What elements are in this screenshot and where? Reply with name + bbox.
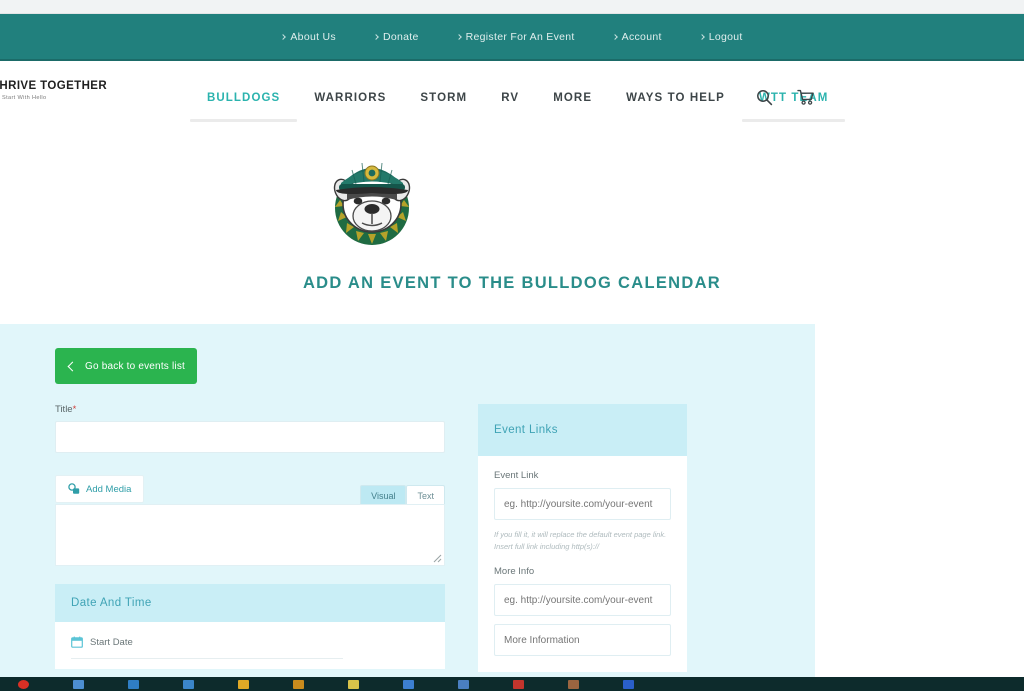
event-links-body: Event Link If you fill it, it will repla…	[478, 456, 687, 673]
editor-content-area[interactable]	[55, 504, 445, 566]
nav-item-label: RV	[501, 91, 520, 104]
add-media-button[interactable]: Add Media	[55, 475, 145, 503]
form-left-column: Title* Add Media Visual Text Date And Ti…	[55, 404, 445, 669]
main-navigation-bar: THRIVE TOGETHER Start With Hello BULLDOG…	[0, 61, 1024, 134]
editor-tab-visual[interactable]: Visual	[360, 485, 407, 505]
chevron-right-icon	[373, 33, 379, 40]
main-nav-items: BULLDOGS WARRIORS STORM RV MORE WAYS TO …	[190, 61, 846, 134]
utility-nav-bar: About Us Donate Register For An Event Ac…	[0, 14, 1024, 61]
go-back-to-events-list-button[interactable]: Go back to events list	[55, 348, 197, 384]
chevron-right-icon	[455, 33, 462, 40]
taskbar-pdf-icon[interactable]	[513, 679, 524, 689]
utility-link-label: About Us	[290, 30, 336, 43]
utility-link-donate[interactable]: Donate	[373, 30, 419, 43]
back-button-label: Go back to events list	[85, 360, 186, 372]
utility-link-label: Account	[621, 30, 662, 43]
nav-item-more[interactable]: MORE	[536, 61, 609, 134]
date-and-time-body: Start Date	[55, 622, 445, 669]
nav-item-label: STORM	[420, 91, 468, 104]
utility-link-account[interactable]: Account	[611, 30, 662, 43]
nav-item-label: BULLDOGS	[207, 91, 281, 104]
chevron-right-icon	[280, 33, 287, 40]
taskbar-record-icon[interactable]	[18, 679, 29, 689]
bulldog-mascot-logo	[322, 146, 422, 250]
taskbar-box-icon[interactable]	[568, 679, 579, 689]
taskbar-folder-icon[interactable]	[238, 679, 249, 689]
add-media-label: Add Media	[86, 483, 132, 495]
date-and-time-header: Date And Time	[55, 584, 445, 622]
event-links-panel: Event Links Event Link If you fill it, i…	[478, 404, 687, 673]
taskbar-browser-icon[interactable]	[128, 679, 139, 689]
browser-chrome-strip	[0, 0, 1024, 14]
screenshot-root: About Us Donate Register For An Event Ac…	[0, 0, 1024, 691]
resize-handle-icon	[433, 554, 442, 563]
nav-active-underline	[190, 119, 298, 122]
utility-link-label: Donate	[382, 30, 419, 43]
start-date-label: Start Date	[90, 636, 133, 648]
utility-link-logout[interactable]: Logout	[698, 30, 743, 43]
media-icon	[68, 483, 80, 494]
title-field-label: Title*	[55, 404, 445, 415]
nav-item-warriors[interactable]: WARRIORS	[297, 61, 403, 134]
start-date-row[interactable]: Start Date	[71, 636, 429, 648]
nav-item-label: MORE	[553, 91, 593, 104]
calendar-icon	[71, 636, 83, 648]
nav-item-ways-to-help[interactable]: WAYS TO HELP	[609, 61, 742, 134]
utility-link-register-for-an-event[interactable]: Register For An Event	[455, 30, 575, 43]
editor-tab-text[interactable]: Text	[406, 485, 445, 505]
chevron-left-icon	[67, 361, 78, 371]
page-right-gutter	[815, 324, 1024, 677]
form-right-column: Event Links Event Link If you fill it, i…	[478, 404, 687, 673]
utility-nav-links: About Us Donate Register For An Event Ac…	[280, 30, 743, 43]
taskbar-window-icon[interactable]	[73, 679, 84, 689]
editor-toolbar: Add Media Visual Text	[55, 474, 445, 505]
nav-item-rv[interactable]: RV	[484, 61, 536, 134]
nav-item-label: WARRIORS	[314, 91, 387, 104]
search-icon[interactable]	[754, 88, 774, 108]
os-taskbar	[0, 677, 1024, 691]
taskbar-teams-icon[interactable]	[458, 679, 469, 689]
page-title: ADD AN EVENT TO THE BULLDOG CALENDAR	[302, 274, 722, 292]
event-link-help-text: If you fill it, it will replace the defa…	[494, 530, 667, 551]
more-info-input[interactable]	[494, 584, 671, 617]
taskbar-app-icon[interactable]	[293, 679, 304, 689]
nav-item-bulldogs[interactable]: BULLDOGS	[190, 61, 298, 134]
more-information-input[interactable]	[494, 624, 671, 657]
taskbar-explorer-icon[interactable]	[183, 679, 194, 689]
title-field-group: Title*	[55, 404, 445, 453]
utility-link-label: Logout	[708, 30, 743, 43]
nav-icon-group	[754, 61, 816, 134]
brand-tagline: Start With Hello	[2, 94, 47, 101]
date-and-time-panel: Date And Time Start Date	[55, 584, 445, 669]
event-link-input[interactable]	[494, 488, 671, 520]
chevron-right-icon	[698, 33, 705, 40]
shopping-cart-icon[interactable]	[796, 88, 816, 108]
start-date-input-underline[interactable]	[71, 658, 344, 659]
utility-link-about-us[interactable]: About Us	[280, 30, 336, 43]
taskbar-mail-icon[interactable]	[623, 679, 634, 689]
taskbar-note-icon[interactable]	[348, 679, 359, 689]
field-spacer	[494, 616, 671, 624]
event-links-header: Event Links	[478, 404, 687, 456]
chevron-right-icon	[611, 33, 618, 40]
nav-item-label: WAYS TO HELP	[626, 91, 725, 104]
event-link-label: Event Link	[494, 470, 539, 481]
title-input[interactable]	[55, 421, 445, 453]
nav-item-storm[interactable]: STORM	[403, 61, 484, 134]
more-info-label: More Info	[494, 566, 535, 578]
hero-section	[0, 134, 1024, 324]
required-asterisk: *	[72, 404, 77, 415]
content-editor: Add Media Visual Text	[55, 474, 445, 566]
title-label-text: Title	[55, 404, 73, 415]
site-logo[interactable]: THRIVE TOGETHER Start With Hello	[0, 80, 107, 101]
brand-name: THRIVE TOGETHER	[0, 80, 108, 92]
taskbar-chrome-icon[interactable]	[403, 679, 414, 689]
utility-link-label: Register For An Event	[465, 30, 575, 43]
editor-mode-tabs: Visual Text	[360, 485, 445, 505]
